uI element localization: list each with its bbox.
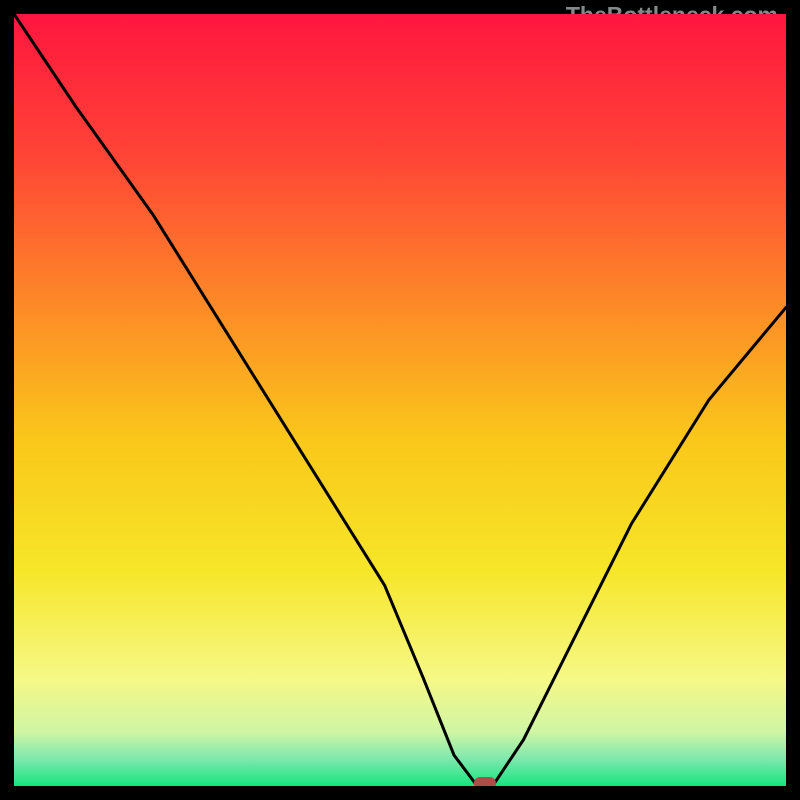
optimal-marker bbox=[474, 777, 496, 786]
chart-background bbox=[14, 14, 786, 786]
bottleneck-chart bbox=[14, 14, 786, 786]
